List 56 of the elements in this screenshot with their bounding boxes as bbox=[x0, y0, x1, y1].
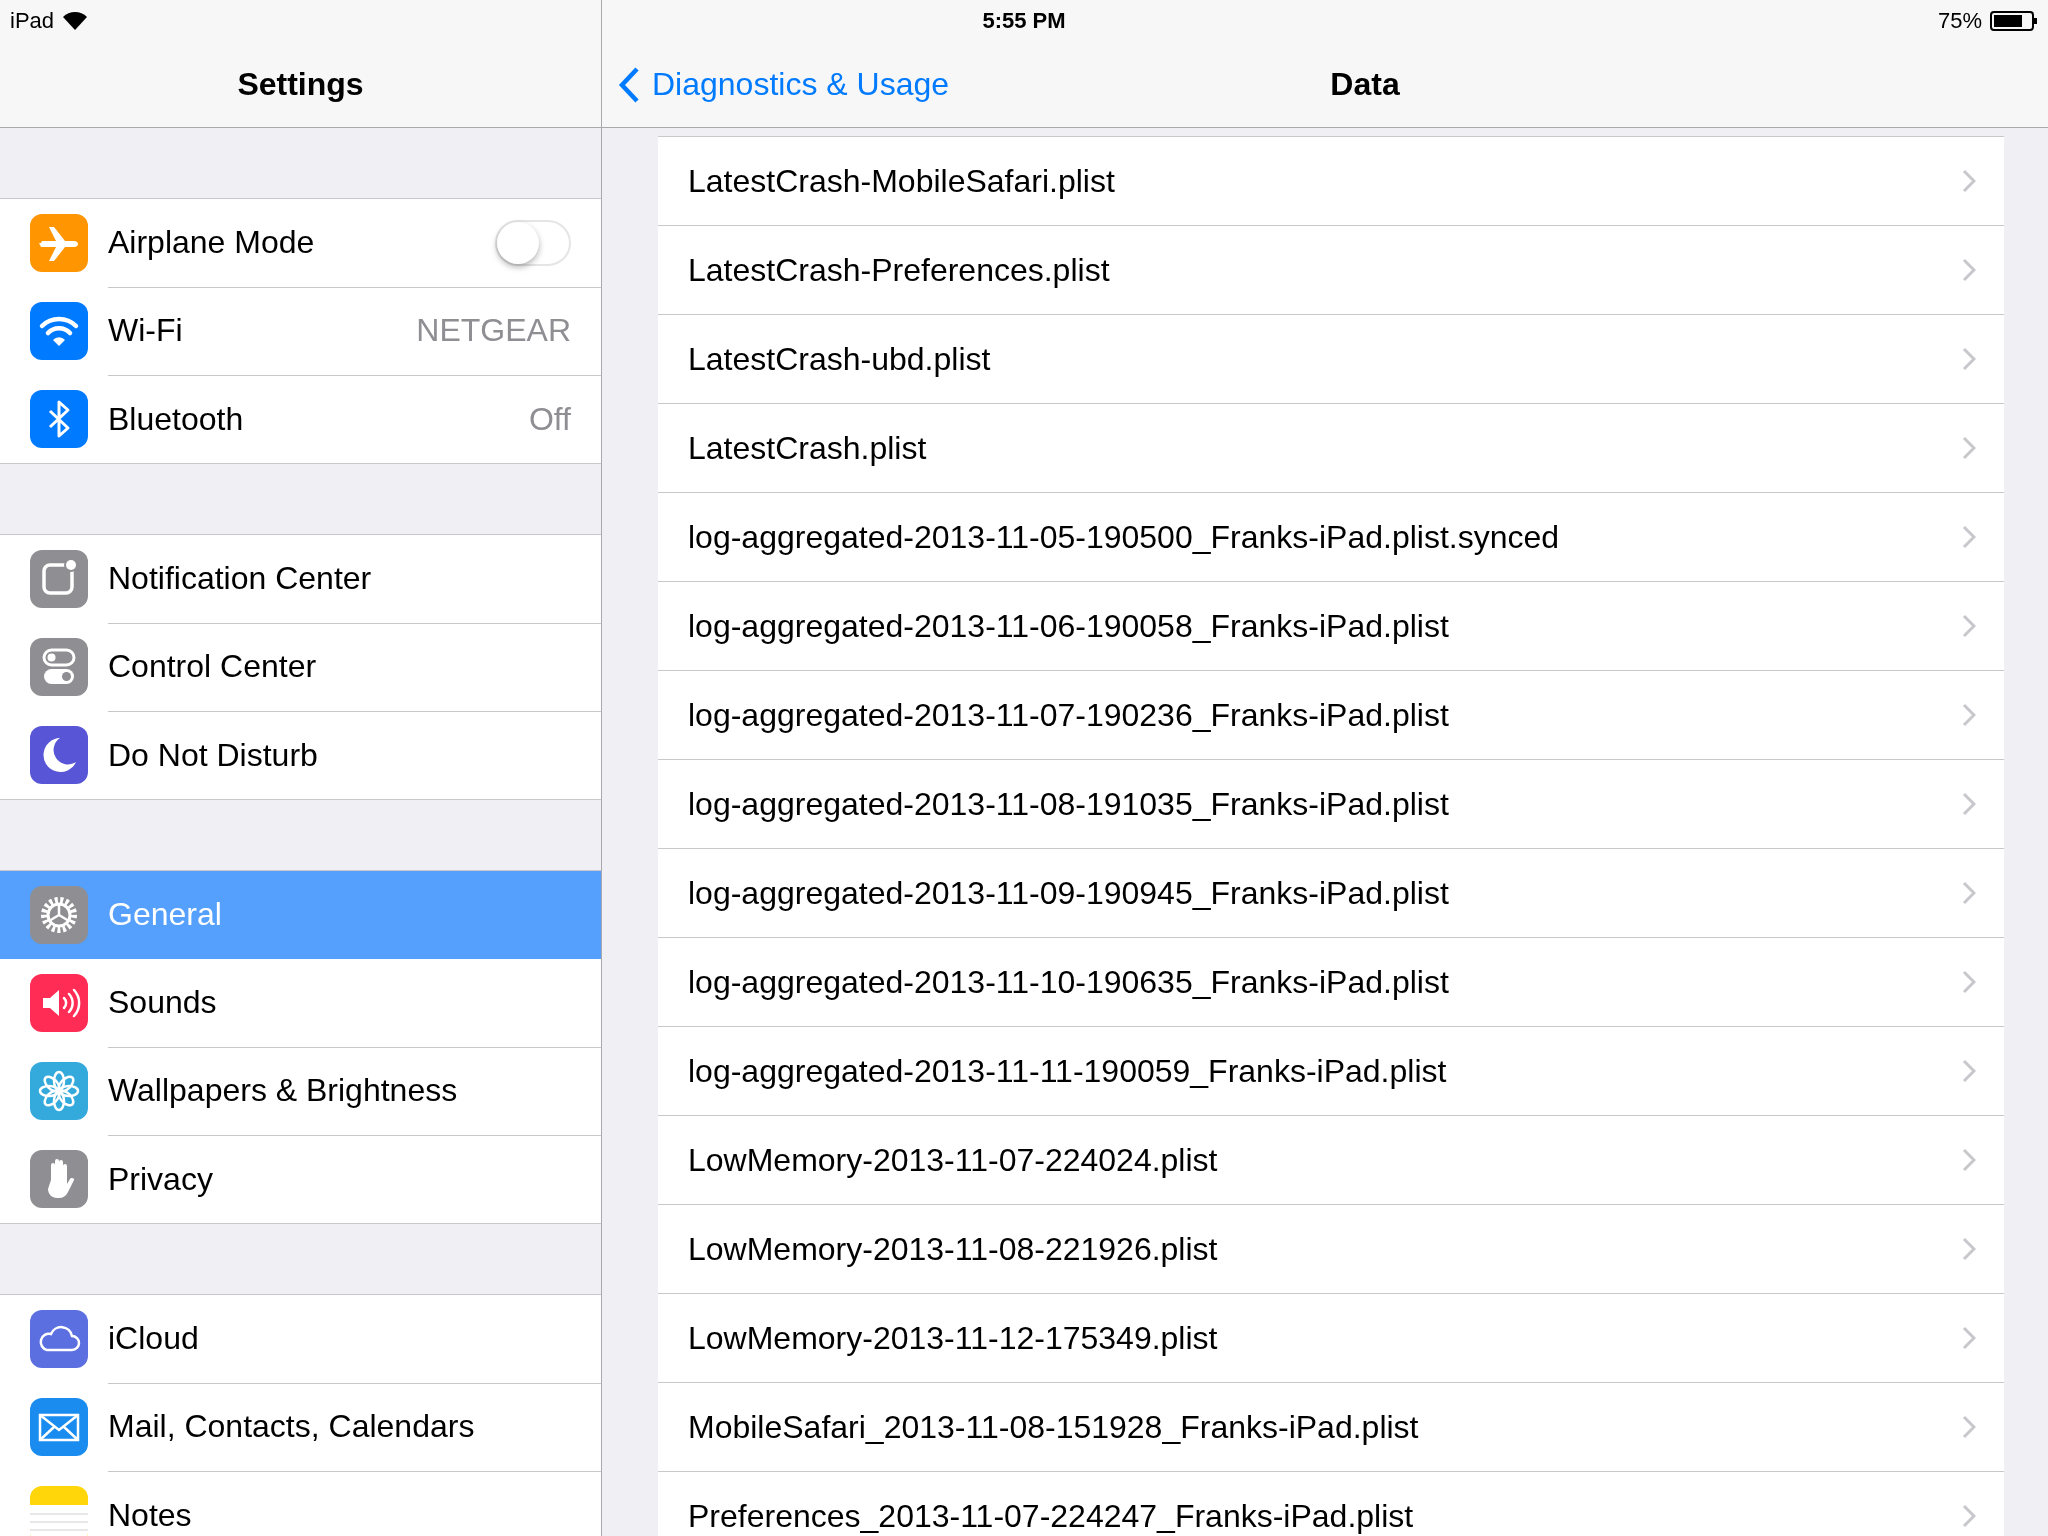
file-list-item[interactable]: LatestCrash.plist bbox=[658, 404, 2004, 493]
airplane-mode-switch[interactable] bbox=[495, 219, 571, 266]
chevron-left-icon bbox=[618, 66, 640, 103]
chevron-right-icon bbox=[1962, 1504, 1976, 1528]
file-list-item[interactable]: log-aggregated-2013-11-05-190500_Franks-iPad.plist.synced bbox=[658, 493, 2004, 582]
file-list-item[interactable]: MobileSafari_2013-11-08-151928_Franks-iPad.plist bbox=[658, 1383, 2004, 1472]
sidebar-title: Settings bbox=[237, 66, 364, 103]
chevron-right-icon bbox=[1962, 614, 1976, 638]
clock-time: 5:55 PM bbox=[982, 8, 1066, 34]
settings-menu-item[interactable]: Wi-Fi NETGEAR bbox=[0, 287, 601, 375]
file-list-item[interactable]: log-aggregated-2013-11-10-190635_Franks-iPad.plist bbox=[658, 938, 2004, 1027]
settings-menu-item[interactable]: Sounds bbox=[0, 959, 601, 1047]
chevron-right-icon bbox=[1962, 1148, 1976, 1172]
settings-menu-item[interactable]: Wallpapers & Brightness bbox=[0, 1047, 601, 1135]
back-button[interactable]: Diagnostics & Usage bbox=[618, 66, 950, 103]
file-list-item[interactable]: log-aggregated-2013-11-07-190236_Franks-iPad.plist bbox=[658, 671, 2004, 760]
settings-menu-item[interactable]: Airplane Mode bbox=[0, 199, 601, 287]
file-list-item[interactable]: LatestCrash-MobileSafari.plist bbox=[658, 137, 2004, 226]
device-name: iPad bbox=[10, 8, 55, 34]
chevron-right-icon bbox=[1962, 1059, 1976, 1083]
chevron-right-icon bbox=[1962, 1237, 1976, 1261]
settings-menu-item[interactable]: Notification Center bbox=[0, 535, 601, 623]
file-list-item[interactable]: log-aggregated-2013-11-11-190059_Franks-iPad.plist bbox=[658, 1027, 2004, 1116]
chevron-right-icon bbox=[1962, 525, 1976, 549]
file-list-item[interactable]: log-aggregated-2013-11-09-190945_Franks-iPad.plist bbox=[658, 849, 2004, 938]
file-list-item[interactable]: log-aggregated-2013-11-08-191035_Franks-iPad.plist bbox=[658, 760, 2004, 849]
chevron-right-icon bbox=[1962, 347, 1976, 371]
chevron-right-icon bbox=[1962, 970, 1976, 994]
setting-value: Off bbox=[528, 400, 571, 438]
settings-menu-item[interactable]: Notes bbox=[0, 1471, 601, 1536]
chevron-right-icon bbox=[1962, 169, 1976, 193]
settings-menu-item[interactable]: Mail, Contacts, Calendars bbox=[0, 1383, 601, 1471]
file-list-item[interactable]: LatestCrash-Preferences.plist bbox=[658, 226, 2004, 315]
page-title: Data bbox=[1330, 66, 1400, 102]
settings-menu-item[interactable]: Privacy bbox=[0, 1135, 601, 1223]
battery-percent: 75% bbox=[1937, 8, 1982, 34]
settings-menu-item[interactable]: Do Not Disturb bbox=[0, 711, 601, 799]
chevron-right-icon bbox=[1962, 1326, 1976, 1350]
settings-menu-item[interactable]: Bluetooth Off bbox=[0, 375, 601, 463]
chevron-right-icon bbox=[1962, 792, 1976, 816]
file-list-item[interactable]: LowMemory-2013-11-07-224024.plist bbox=[658, 1116, 2004, 1205]
file-list-item[interactable]: log-aggregated-2013-11-06-190058_Franks-iPad.plist bbox=[658, 582, 2004, 671]
setting-value: NETGEAR bbox=[416, 312, 571, 349]
settings-menu-item[interactable]: iCloud bbox=[0, 1295, 601, 1383]
file-list-item[interactable]: LatestCrash-ubd.plist bbox=[658, 315, 2004, 404]
file-list-item[interactable]: LowMemory-2013-11-08-221926.plist bbox=[658, 1205, 2004, 1294]
chevron-right-icon bbox=[1962, 1415, 1976, 1439]
file-list-item[interactable]: Preferences_2013-11-07-224247_Franks-iPad.plist bbox=[658, 1472, 2004, 1536]
chevron-right-icon bbox=[1962, 436, 1976, 460]
battery-icon bbox=[1990, 10, 2038, 32]
chevron-right-icon bbox=[1962, 703, 1976, 727]
chevron-right-icon bbox=[1962, 881, 1976, 905]
chevron-right-icon bbox=[1962, 258, 1976, 282]
file-list-item[interactable]: LowMemory-2013-11-12-175349.plist bbox=[658, 1294, 2004, 1383]
settings-menu-item[interactable]: Control Center bbox=[0, 623, 601, 711]
wifi-signal-icon bbox=[62, 11, 89, 31]
